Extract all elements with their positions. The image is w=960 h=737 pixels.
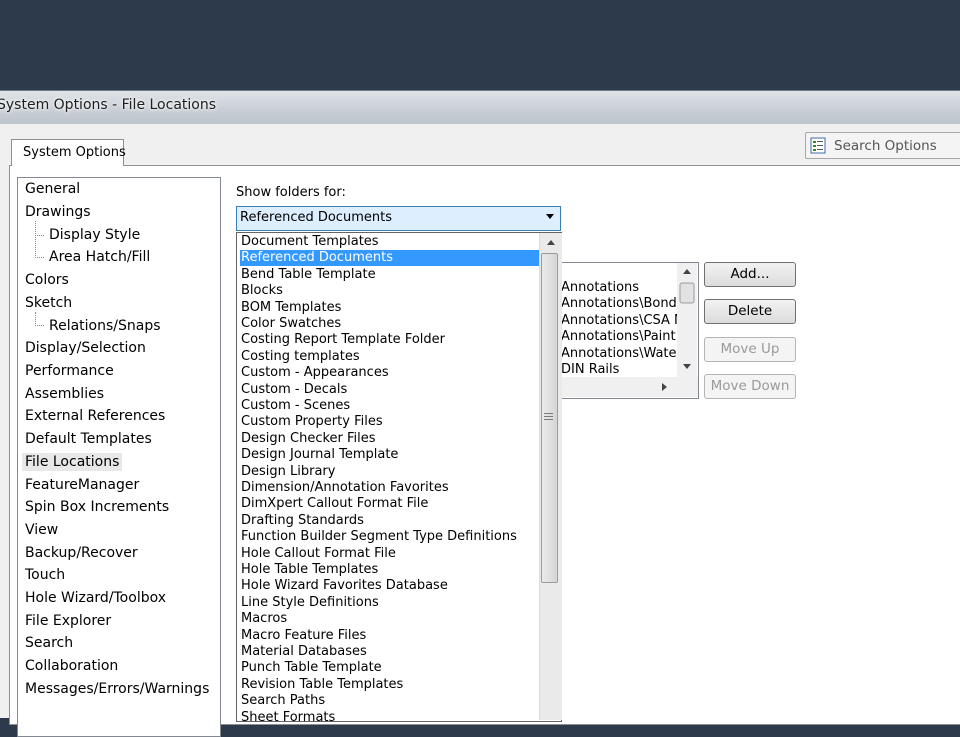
tree-item-area-hatch-fill[interactable]: Area Hatch/Fill [49,248,150,266]
tree-item-display-selection[interactable]: Display/Selection [25,339,146,357]
tree-item-search[interactable]: Search [25,634,73,652]
folder-list-horizontal-scrollbar[interactable] [556,377,698,397]
dropdown-option[interactable]: Macros [240,611,541,627]
tree-connector [35,221,44,236]
move-up-button[interactable]: Move Up [704,337,796,362]
show-folders-label: Show folders for: [236,185,346,200]
tree-item-file-locations[interactable]: File Locations [22,453,123,471]
dropdown-option[interactable]: BOM Templates [240,300,541,316]
show-folders-selected: Referenced Documents [240,210,392,225]
window-title: System Options - File Locations [0,97,217,113]
dropdown-option[interactable]: Custom Property Files [240,414,541,430]
scroll-grip-icon [544,413,553,414]
tree-connector [35,235,44,258]
dropdown-option[interactable]: Drafting Standards [240,513,541,529]
folder-item[interactable]: DIN Rails [561,362,619,378]
scroll-grip-icon [544,419,553,420]
dropdown-option[interactable]: Custom - Decals [240,382,541,398]
add-button[interactable]: Add... [704,262,796,287]
tree-item-file-explorer[interactable]: File Explorer [25,612,111,630]
tree-item-relations-snaps[interactable]: Relations/Snaps [49,317,161,335]
dropdown-option[interactable]: Hole Table Templates [240,562,541,578]
dropdown-option[interactable]: Hole Callout Format File [240,546,541,562]
dropdown-option[interactable]: DimXpert Callout Format File [240,496,541,512]
tree-connector [35,312,44,326]
dropdown-option-selected[interactable]: Referenced Documents [240,250,541,266]
dropdown-option[interactable]: Custom - Scenes [240,398,541,414]
show-folders-dropdown-list[interactable]: Document Templates Referenced Documents … [236,232,562,722]
tab-system-options-label: System Options [23,145,126,160]
search-options-icon [810,137,828,155]
move-down-button[interactable]: Move Down [704,374,796,399]
dropdown-option[interactable]: Dimension/Annotation Favorites [240,480,541,496]
scroll-grip-icon [544,416,553,417]
tree-item-sketch[interactable]: Sketch [25,294,72,312]
dropdown-scroll-thumb[interactable] [541,253,558,583]
tree-item-performance[interactable]: Performance [25,362,114,380]
dropdown-option[interactable]: Sheet Formats [240,710,541,721]
dropdown-option[interactable]: Design Library [240,464,541,480]
dropdown-option[interactable]: Costing templates [240,349,541,365]
tree-item-spin-box-increments[interactable]: Spin Box Increments [25,498,169,516]
dropdown-option[interactable]: Function Builder Segment Type Definition… [240,529,541,545]
folder-item[interactable]: Annotations\CSA N [561,313,677,329]
dropdown-option[interactable]: Costing Report Template Folder [240,332,541,348]
dropdown-option[interactable]: Material Databases [240,644,541,660]
tree-item-view[interactable]: View [25,521,58,539]
tree-item-default-templates[interactable]: Default Templates [25,430,152,448]
tree-item-colors[interactable]: Colors [25,271,69,289]
tree-item-drawings[interactable]: Drawings [25,203,91,221]
tree-item-touch[interactable]: Touch [25,566,65,584]
dropdown-option[interactable]: Blocks [240,283,541,299]
tree-item-messages-errors-warnings[interactable]: Messages/Errors/Warnings [25,680,209,698]
dropdown-option[interactable]: Revision Table Templates [240,677,541,693]
tree-item-assemblies[interactable]: Assemblies [25,385,104,403]
tree-item-display-style[interactable]: Display Style [49,226,140,244]
dropdown-option[interactable]: Document Templates [240,234,541,250]
dropdown-option[interactable]: Hole Wizard Favorites Database [240,578,541,594]
dropdown-option[interactable]: Color Swatches [240,316,541,332]
folder-item[interactable]: Annotations\Water [561,346,677,362]
search-options-label: Search Options [834,138,937,154]
dropdown-option[interactable]: Punch Table Template [240,660,541,676]
dropdown-option[interactable]: Custom - Appearances [240,365,541,381]
tree-item-hole-wizard-toolbox[interactable]: Hole Wizard/Toolbox [25,589,166,607]
tree-item-collaboration[interactable]: Collaboration [25,657,118,675]
dropdown-option[interactable]: Design Journal Template [240,447,541,463]
folder-list-vertical-scrollbar[interactable] [677,263,697,377]
chevron-down-icon[interactable] [546,214,554,219]
dropdown-option[interactable]: Line Style Definitions [240,595,541,611]
tree-item-backup-recover[interactable]: Backup/Recover [25,544,138,562]
dropdown-option[interactable]: Bend Table Template [240,267,541,283]
folder-item[interactable]: Annotations\Paint I [561,329,677,345]
tree-item-external-references[interactable]: External References [25,407,165,425]
dropdown-option[interactable]: Macro Feature Files [240,628,541,644]
delete-button[interactable]: Delete [704,299,796,324]
tree-item-general[interactable]: General [25,180,80,198]
dropdown-option[interactable]: Search Paths [240,693,541,709]
folder-item[interactable]: Annotations\Bonding [561,296,677,312]
tree-item-featuremanager[interactable]: FeatureManager [25,476,139,494]
folder-list-viewport: Annotations Annotations\Bonding Annotati… [555,262,677,382]
folder-item[interactable]: Annotations [561,280,639,296]
dropdown-option[interactable]: Design Checker Files [240,431,541,447]
